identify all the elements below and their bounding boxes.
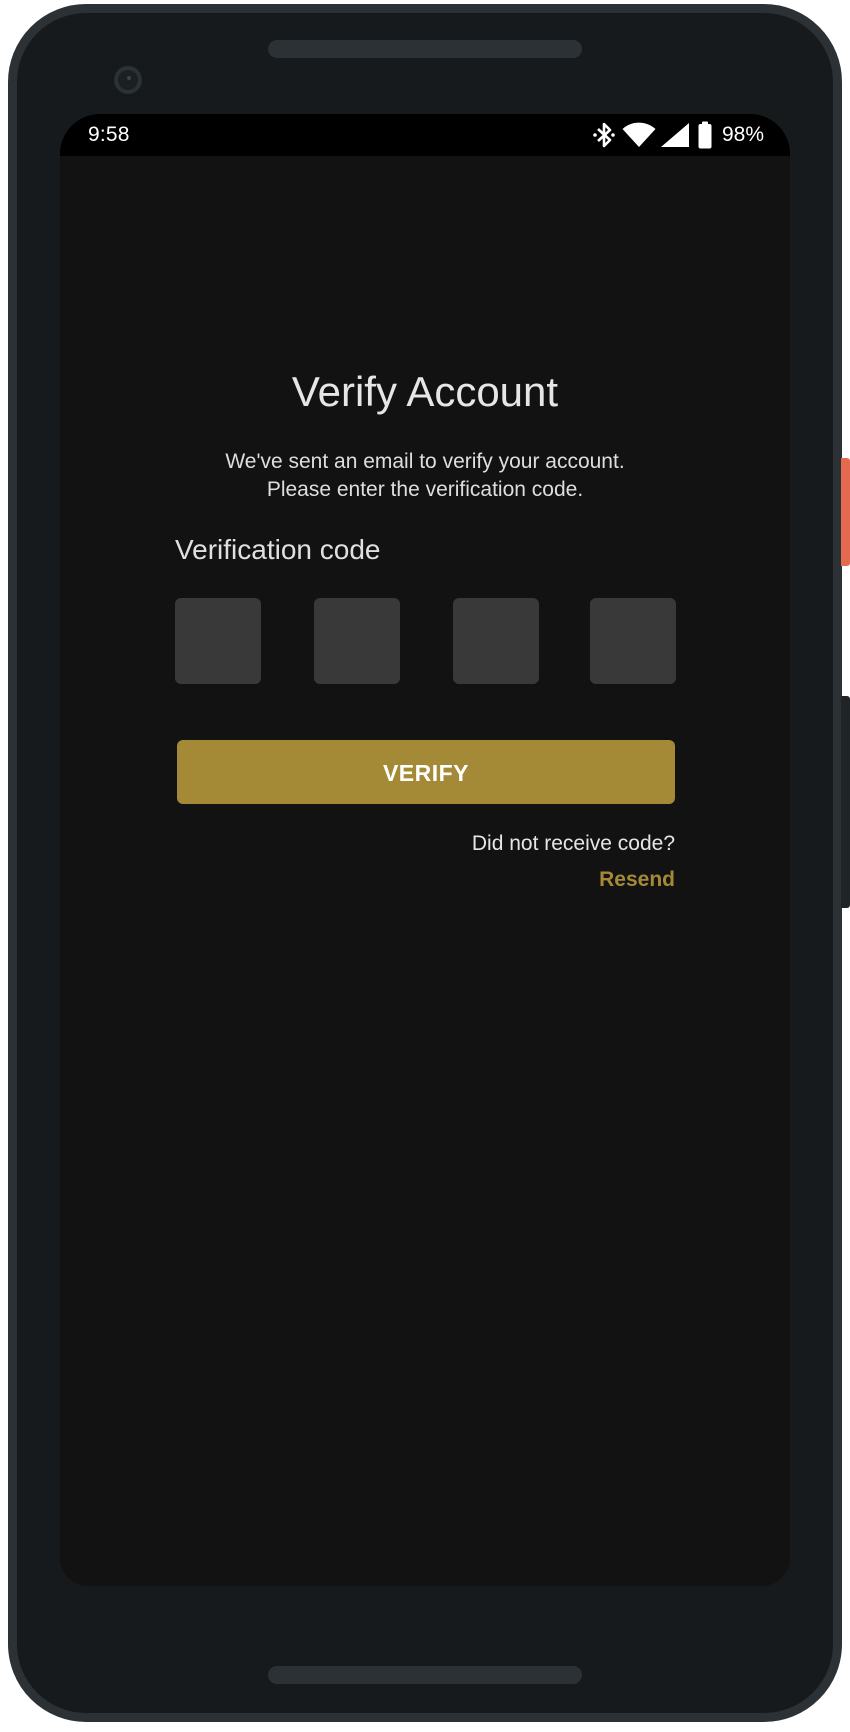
status-icons: 98%	[592, 120, 764, 150]
code-digit-2-input[interactable]	[314, 598, 400, 684]
app-screen: 9:58 98% Verify Account We've sent an em…	[60, 114, 790, 1586]
volume-button	[841, 696, 850, 908]
power-button	[841, 458, 850, 566]
code-digit-3-input[interactable]	[453, 598, 539, 684]
bottom-speaker	[268, 1666, 582, 1684]
front-camera-icon	[114, 66, 142, 94]
status-bar: 9:58 98%	[60, 114, 790, 156]
earpiece-speaker	[268, 40, 582, 58]
no-code-prompt: Did not receive code?	[471, 832, 675, 855]
verification-code-label: Verification code	[175, 534, 381, 565]
cell-signal-icon	[660, 122, 690, 148]
bluetooth-icon	[592, 121, 616, 149]
battery-percentage: 98%	[721, 123, 764, 146]
subtitle-line-1: We've sent an email to verify your accou…	[225, 450, 625, 473]
subtitle-line-2: Please enter the verification code.	[266, 478, 584, 501]
battery-icon	[698, 121, 712, 149]
verify-button[interactable]: VERIFY	[177, 740, 675, 804]
resend-link[interactable]: Resend	[599, 868, 675, 892]
page-title: Verify Account	[291, 368, 559, 415]
code-digit-1-input[interactable]	[175, 598, 261, 684]
wifi-icon	[622, 122, 656, 148]
page-subtitle: We've sent an email to verify your accou…	[60, 448, 790, 504]
code-digit-4-input[interactable]	[590, 598, 676, 684]
status-time: 9:58	[88, 123, 130, 146]
